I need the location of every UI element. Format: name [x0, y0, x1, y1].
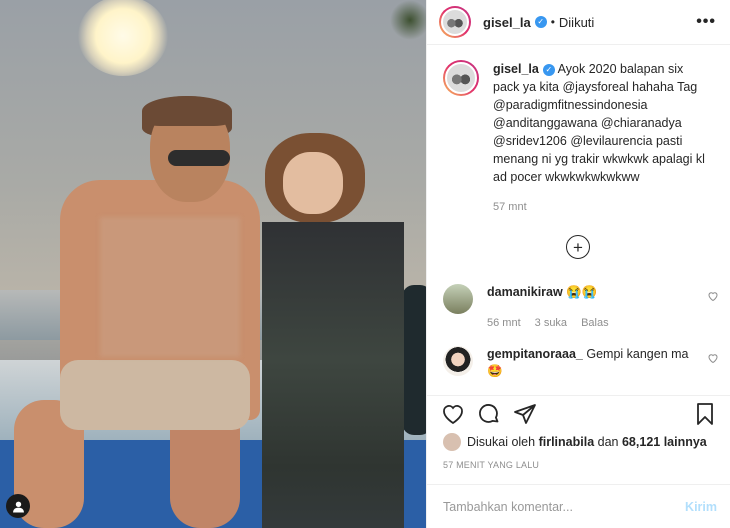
commenter-avatar[interactable] [443, 284, 473, 314]
censor-blur-left [100, 217, 240, 357]
caption-time: 57 mnt [493, 201, 527, 213]
caption-username[interactable]: gisel_la [493, 62, 539, 76]
sun [78, 0, 168, 76]
likes-middle: dan [597, 435, 619, 449]
author-username[interactable]: gisel_la [483, 15, 531, 30]
reply-button[interactable]: Balas [581, 315, 609, 332]
more-options-icon[interactable]: ••• [696, 13, 716, 31]
comment-time: 56 mnt [487, 317, 521, 329]
plus-circle-icon[interactable]: + [566, 235, 590, 259]
like-heart-icon[interactable] [441, 402, 465, 426]
follow-status-button[interactable]: Diikuti [559, 15, 594, 30]
comment-username[interactable]: damanikiraw [487, 285, 563, 299]
heart-icon[interactable] [707, 352, 719, 364]
caption-avatar[interactable] [443, 60, 479, 96]
fan [402, 285, 426, 435]
caption-text: Ayok 2020 balapan six pack ya kita @jays… [493, 62, 705, 184]
comment-text: 😭😭 [566, 285, 598, 299]
comment-input[interactable] [441, 498, 686, 515]
comments-section[interactable]: gisel_la ✓ Ayok 2020 balapan six pack ya … [427, 60, 730, 390]
caption: gisel_la ✓ Ayok 2020 balapan six pack ya … [427, 60, 730, 216]
verified-badge-icon: ✓ [542, 63, 555, 76]
comment-likes[interactable]: 3 suka [535, 315, 567, 332]
censor-blur-right [262, 222, 404, 528]
woman-face [283, 152, 343, 214]
likes-summary: Disukai oleh firlinabila dan 68,121 lain… [443, 433, 707, 451]
comment-item: gempitanoraaa_ Gempi kangen ma 🤩 [443, 346, 719, 380]
post-timestamp: 57 MENIT YANG LALU [443, 460, 540, 470]
liker-username[interactable]: firlinabila [539, 435, 595, 449]
comment-item: damanikiraw 😭😭 56 mnt 3 suka Balas [443, 284, 719, 332]
post-panel: gisel_la ✓ • Diikuti ••• gisel_la ✓ Ayok … [426, 0, 730, 528]
likes-prefix: Disukai oleh [467, 435, 536, 449]
separator-dot: • [550, 15, 555, 29]
add-comment-bar: Kirim [427, 484, 730, 528]
man-shorts [60, 360, 250, 430]
share-send-icon[interactable] [513, 402, 537, 426]
likes-count[interactable]: 68,121 lainnya [622, 435, 707, 449]
commenter-avatar[interactable] [443, 346, 473, 376]
person-icon [12, 501, 24, 512]
comment-icon[interactable] [477, 402, 501, 426]
heart-icon[interactable] [707, 290, 719, 302]
sunglasses [168, 150, 230, 166]
liker-avatar[interactable] [443, 433, 461, 451]
comment-username[interactable]: gempitanoraaa_ [487, 347, 583, 361]
post-comment-button[interactable]: Kirim [685, 500, 717, 514]
verified-badge-icon: ✓ [534, 16, 547, 28]
author-avatar[interactable] [439, 6, 471, 38]
palm-leaves [390, 0, 426, 40]
bookmark-icon[interactable] [693, 402, 717, 426]
post-photo[interactable] [0, 0, 426, 528]
man-hair-top [142, 96, 232, 126]
action-bar [427, 395, 730, 426]
post-header: gisel_la ✓ • Diikuti ••• [427, 0, 730, 45]
user-tag-button[interactable] [6, 494, 30, 518]
